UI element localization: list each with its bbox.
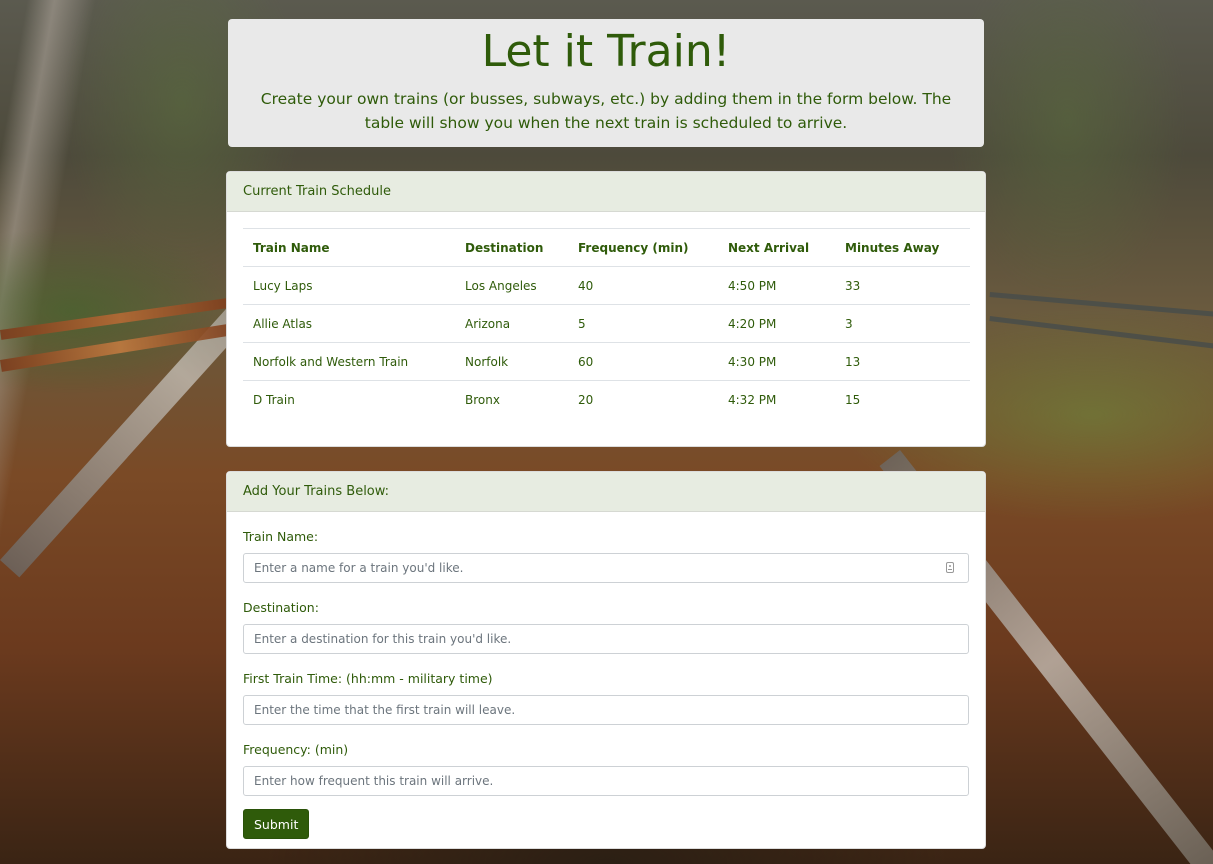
cell-minutes-away: 33 bbox=[835, 266, 970, 305]
cell-frequency: 60 bbox=[568, 342, 718, 381]
cell-minutes-away: 13 bbox=[835, 342, 970, 381]
cell-frequency: 5 bbox=[568, 304, 718, 343]
column-header-minutes-away: Minutes Away bbox=[835, 228, 970, 267]
frequency-label: Frequency: (min) bbox=[243, 742, 349, 757]
rail-far-right-1 bbox=[989, 292, 1213, 318]
cell-destination: Bronx bbox=[465, 392, 500, 407]
train-name-label: Train Name: bbox=[243, 529, 319, 544]
submit-button[interactable]: Submit bbox=[243, 809, 310, 839]
cell-destination: Norfolk bbox=[455, 342, 568, 381]
column-header-destination: Destination bbox=[455, 228, 568, 267]
cell-next-arrival: 4:50 PM bbox=[718, 266, 835, 305]
column-header-frequency: Frequency (min) bbox=[568, 228, 718, 267]
cell-frequency: 20 bbox=[578, 392, 594, 407]
cell-train-name: D Train bbox=[253, 392, 295, 407]
destination-input[interactable] bbox=[243, 624, 969, 654]
train-name-input-wrap bbox=[243, 553, 970, 583]
cell-destination: Arizona bbox=[455, 304, 568, 343]
destination-label: Destination: bbox=[243, 600, 319, 615]
schedule-card-header: Current Train Schedule bbox=[227, 172, 985, 212]
first-train-time-label: First Train Time: (hh:mm - military time… bbox=[243, 671, 493, 686]
schedule-card: Current Train Schedule Train Name Destin… bbox=[226, 171, 986, 447]
contact-card-icon[interactable] bbox=[946, 562, 954, 573]
schedule-table: Train Name Destination Frequency (min) N… bbox=[243, 228, 970, 418]
cell-frequency: 40 bbox=[568, 266, 718, 305]
cell-minutes-away: 3 bbox=[835, 304, 970, 343]
page-title: Let it Train! bbox=[481, 26, 731, 77]
table-row: D Train Bronx 20 4:32 PM 15 bbox=[243, 381, 970, 419]
cell-train-name: Allie Atlas bbox=[243, 304, 455, 343]
frequency-input[interactable] bbox=[243, 766, 969, 796]
cell-destination: Los Angeles bbox=[455, 266, 568, 305]
cell-minutes-away: 15 bbox=[845, 392, 861, 407]
page-subtitle: Create your own trains (or busses, subwa… bbox=[260, 90, 952, 132]
header-jumbotron: Let it Train! Create your own trains (or… bbox=[228, 19, 984, 147]
cell-next-arrival: 4:20 PM bbox=[718, 304, 835, 343]
cell-train-name: Norfolk and Western Train bbox=[243, 342, 455, 381]
add-train-card-header: Add Your Trains Below: bbox=[227, 472, 985, 512]
cell-train-name: Lucy Laps bbox=[243, 266, 455, 305]
table-row: Allie Atlas Arizona 5 4:20 PM 3 bbox=[243, 304, 970, 343]
add-train-form: Train Name: Destination: First Train Tim… bbox=[243, 511, 970, 839]
column-header-train-name: Train Name bbox=[243, 228, 455, 267]
cell-next-arrival: 4:32 PM bbox=[728, 392, 777, 407]
table-row: Norfolk and Western Train Norfolk 60 4:3… bbox=[243, 342, 970, 381]
column-header-next-arrival: Next Arrival bbox=[718, 228, 835, 267]
train-name-input[interactable] bbox=[243, 553, 969, 583]
first-train-time-input[interactable] bbox=[243, 695, 969, 725]
rail-far-right-2 bbox=[989, 316, 1213, 349]
table-row: Lucy Laps Los Angeles 40 4:50 PM 33 bbox=[243, 266, 970, 305]
table-header-row: Train Name Destination Frequency (min) N… bbox=[243, 228, 970, 267]
add-train-card: Add Your Trains Below: Train Name: Desti… bbox=[226, 471, 986, 849]
cell-next-arrival: 4:30 PM bbox=[718, 342, 835, 381]
